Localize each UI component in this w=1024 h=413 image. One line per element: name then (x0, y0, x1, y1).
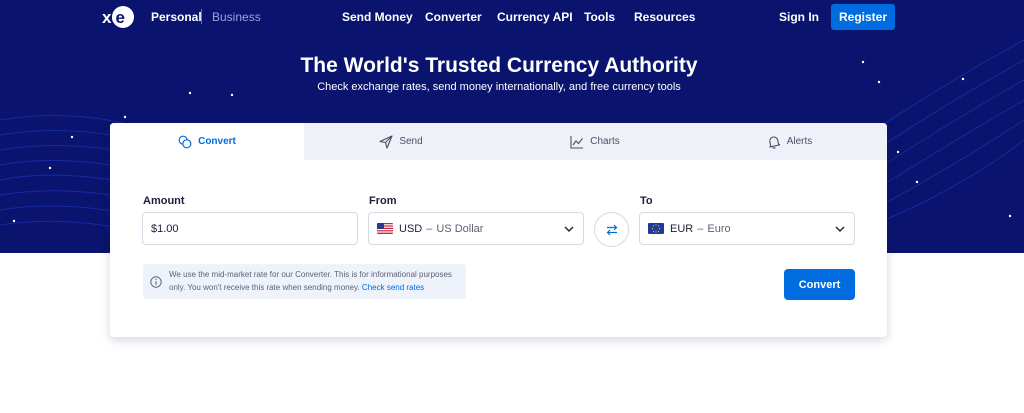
nav-business[interactable]: Business (212, 10, 261, 24)
register-button[interactable]: Register (831, 4, 895, 30)
coins-icon (178, 135, 192, 148)
tab-send-label: Send (399, 136, 423, 147)
xe-logo-icon: xe e (102, 6, 134, 28)
hero-subtitle: Check exchange rates, send money interna… (317, 81, 681, 93)
tab-charts[interactable]: Charts (498, 123, 692, 160)
from-label: From (369, 195, 397, 207)
check-send-rates-link[interactable]: Check send rates (362, 283, 424, 292)
nav-resources[interactable]: Resources (634, 10, 695, 24)
tab-convert-label: Convert (198, 136, 236, 147)
tab-alerts-label: Alerts (786, 136, 813, 147)
swap-currencies-button[interactable] (594, 212, 629, 247)
amount-input[interactable] (151, 222, 349, 235)
info-icon (150, 276, 162, 288)
to-label: To (640, 195, 653, 207)
to-currency-name: Euro (707, 222, 731, 235)
tab-alerts[interactable]: Alerts (692, 123, 887, 160)
amount-field[interactable] (142, 212, 358, 245)
tab-send[interactable]: Send (304, 123, 498, 160)
chevron-down-icon (564, 226, 574, 232)
bell-icon (768, 135, 780, 149)
from-currency-name: US Dollar (436, 222, 484, 235)
eu-flag-icon (648, 223, 664, 234)
mid-market-info-box: We use the mid-market rate for our Conve… (143, 264, 466, 299)
nav-currency-api[interactable]: Currency API (497, 10, 573, 24)
tab-convert[interactable]: Convert (110, 123, 304, 160)
tab-charts-label: Charts (590, 136, 620, 147)
amount-label: Amount (143, 195, 185, 207)
from-currency-code: USD (399, 222, 423, 235)
chevron-down-icon (835, 226, 845, 232)
nav-tools[interactable]: Tools (584, 10, 615, 24)
xe-logo[interactable]: xe e (100, 4, 134, 30)
to-dash: – (697, 222, 704, 235)
converter-card: Convert Send Charts Alerts Amount $1.00 … (110, 123, 887, 337)
nav-send-money[interactable]: Send Money (342, 10, 413, 24)
logo-text-e: e (116, 8, 125, 27)
us-flag-icon (377, 223, 393, 234)
nav-divider (201, 9, 202, 24)
paper-plane-icon (379, 134, 393, 149)
to-currency-code: EUR (670, 222, 694, 235)
nav-converter[interactable]: Converter (425, 10, 482, 24)
to-currency-select[interactable]: EUR – Euro (639, 212, 855, 245)
nav-personal[interactable]: Personal (151, 10, 202, 24)
from-currency-select[interactable]: USD – US Dollar (368, 212, 584, 245)
top-navigation: xe e Personal Business Send Money Conver… (0, 0, 1024, 34)
tab-bar: Convert Send Charts Alerts (110, 123, 887, 160)
info-text: We use the mid-market rate for our Conve… (169, 269, 464, 294)
swap-arrows-icon (606, 224, 617, 235)
sign-in-link[interactable]: Sign In (779, 10, 819, 24)
line-chart-icon (570, 135, 584, 149)
from-dash: – (426, 222, 433, 235)
hero-title: The World's Trusted Currency Authority (300, 54, 698, 77)
convert-button[interactable]: Convert (784, 269, 855, 300)
